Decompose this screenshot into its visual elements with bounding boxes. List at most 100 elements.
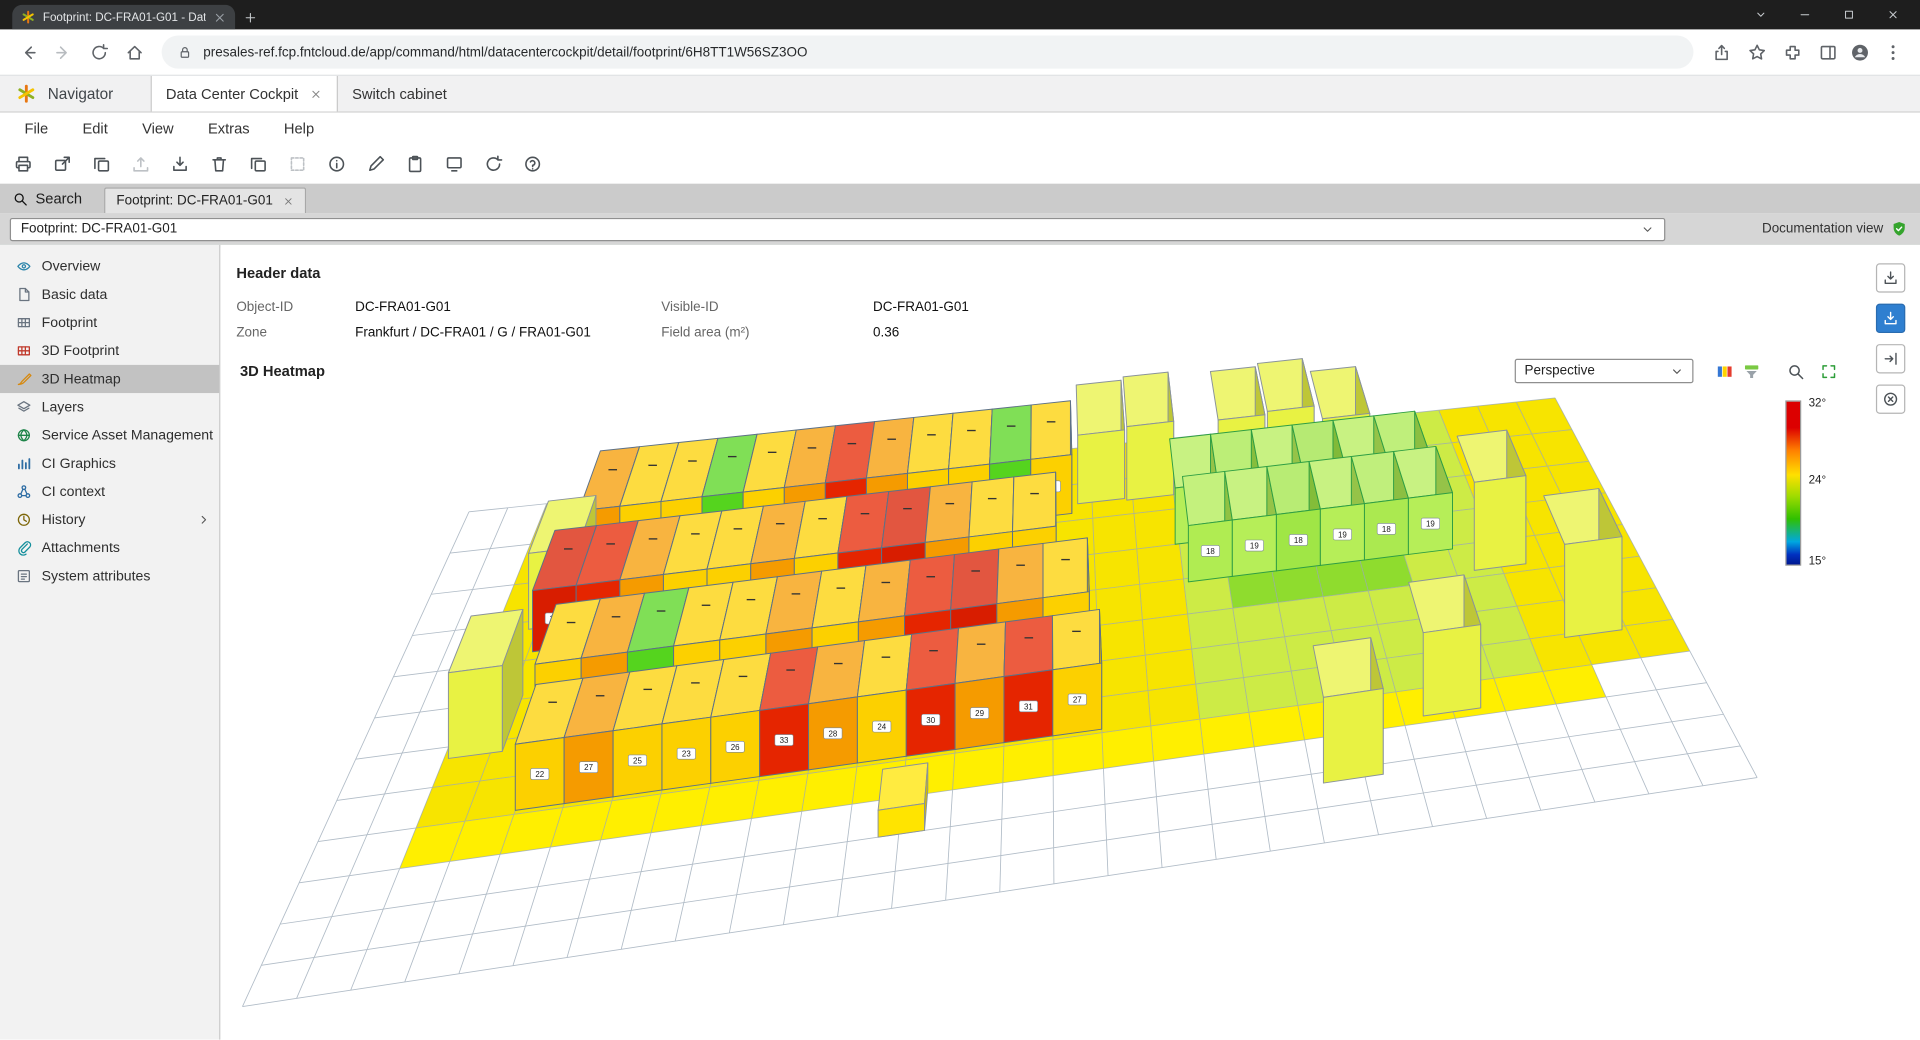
grid-icon	[16, 315, 32, 331]
export-image-button[interactable]	[1876, 263, 1905, 292]
browser-tab-bar: Footprint: DC-FRA01-G01 - Data	[0, 0, 1920, 29]
tab-title: Footprint: DC-FRA01-G01 - Data	[43, 10, 206, 23]
svg-text:26: 26	[731, 743, 740, 752]
address-bar[interactable]: presales-ref.fcp.fntcloud.de/app/command…	[162, 36, 1694, 69]
svg-text:27: 27	[1073, 695, 1082, 704]
lock-icon	[178, 45, 193, 60]
legend-max: 32°	[1809, 397, 1827, 410]
print-button[interactable]	[5, 147, 41, 180]
help-button[interactable]	[514, 147, 550, 180]
object-select[interactable]: Footprint: DC-FRA01-G01	[10, 217, 1666, 240]
layer-filter-button[interactable]	[1739, 359, 1763, 383]
sidebar-item-label: Service Asset Management	[42, 428, 213, 443]
zoom-button[interactable]	[1783, 359, 1807, 383]
menu-view[interactable]: View	[125, 113, 191, 144]
reload-button[interactable]	[82, 36, 115, 69]
app-brand-label: Navigator	[48, 85, 114, 102]
svg-text:18: 18	[1206, 547, 1215, 556]
window-close-button[interactable]	[1871, 0, 1915, 29]
color-scale-button[interactable]	[1712, 359, 1736, 383]
duplicate-button[interactable]	[240, 147, 276, 180]
footprint-tab[interactable]: Footprint: DC-FRA01-G01	[104, 187, 306, 213]
svg-text:18: 18	[1382, 525, 1391, 534]
back-button[interactable]	[11, 36, 44, 69]
tab-list-chevron-icon[interactable]	[1739, 0, 1783, 29]
object-info-button[interactable]	[318, 147, 354, 180]
sidebar-item-ci-context[interactable]: CI context	[0, 478, 219, 506]
import-button	[122, 147, 158, 180]
close-view-button[interactable]	[1876, 384, 1905, 413]
svg-text:28: 28	[828, 729, 837, 738]
sidebar-item-overview[interactable]: Overview	[0, 252, 219, 280]
chevron-down-icon	[1641, 222, 1654, 235]
app-tab-close-icon[interactable]	[309, 88, 321, 100]
heatmap-scene[interactable]: 2627242125293128272622251918191819183133…	[233, 312, 1874, 1028]
object-selector-row: Footprint: DC-FRA01-G01 Documentation vi…	[0, 213, 1920, 245]
trash-icon	[209, 154, 229, 174]
forward-button[interactable]	[47, 36, 80, 69]
search-label: Search	[36, 190, 83, 207]
copy-icon	[91, 154, 111, 174]
footprint-tab-close-icon[interactable]	[283, 195, 294, 206]
window-maximize-button[interactable]	[1827, 0, 1871, 29]
sidebar-item-label: Attachments	[42, 541, 120, 556]
refresh-button[interactable]	[475, 147, 511, 180]
sidebar-item-label: 3D Footprint	[42, 343, 119, 358]
menu-help[interactable]: Help	[267, 113, 332, 144]
open-external-button[interactable]	[44, 147, 80, 180]
svg-text:27: 27	[584, 763, 593, 772]
svg-text:31: 31	[1024, 702, 1033, 711]
menu-file[interactable]: File	[7, 113, 65, 144]
sidebar-item-3d-footprint[interactable]: 3D Footprint	[0, 337, 219, 365]
fit-view-button[interactable]	[1816, 359, 1840, 383]
app-tab-data-center-cockpit[interactable]: Data Center Cockpit	[150, 76, 337, 112]
bookmark-button[interactable]	[1740, 36, 1773, 69]
sidebar-item-attachments[interactable]: Attachments	[0, 534, 219, 562]
delete-button[interactable]	[201, 147, 237, 180]
browser-tab[interactable]: Footprint: DC-FRA01-G01 - Data	[12, 5, 235, 29]
globe-icon	[16, 427, 32, 443]
save-image-button[interactable]	[1876, 304, 1905, 333]
search-button[interactable]: Search	[0, 184, 94, 213]
legend-mid: 24°	[1809, 474, 1827, 487]
export-download-button[interactable]	[162, 147, 198, 180]
search-icon	[12, 190, 28, 206]
clipboard-button[interactable]	[397, 147, 433, 180]
extensions-button[interactable]	[1776, 36, 1809, 69]
sidebar-item-ci-graphics[interactable]: CI Graphics	[0, 449, 219, 477]
view-mode-select[interactable]: Perspective	[1515, 359, 1694, 383]
menu-edit[interactable]: Edit	[65, 113, 125, 144]
tab-close-icon[interactable]	[213, 10, 226, 23]
documentation-view[interactable]: Documentation view	[1762, 220, 1908, 237]
browser-menu-button[interactable]	[1876, 36, 1909, 69]
search-tab-row: Search Footprint: DC-FRA01-G01	[0, 184, 1920, 213]
edit-button[interactable]	[358, 147, 394, 180]
sidebar: Overview Basic data Footprint 3D Footprint 3…	[0, 245, 220, 1040]
app-tab-switch-cabinet[interactable]: Switch cabinet	[337, 76, 461, 112]
sidebar-item-label: 3D Heatmap	[42, 372, 121, 387]
help-icon	[522, 154, 542, 174]
sidebar-item-3d-heatmap[interactable]: 3D Heatmap	[0, 365, 219, 393]
home-button[interactable]	[118, 36, 151, 69]
collapse-panel-button[interactable]	[1876, 344, 1905, 373]
sidebar-item-service-asset-management[interactable]: Service Asset Management	[0, 421, 219, 449]
sidebar-item-layers[interactable]: Layers	[0, 393, 219, 421]
share-button[interactable]	[1704, 36, 1737, 69]
sidebar-item-basic-data[interactable]: Basic data	[0, 280, 219, 308]
upload-icon	[130, 154, 150, 174]
sidebar-item-footprint[interactable]: Footprint	[0, 309, 219, 337]
sidebar-item-history[interactable]: History	[0, 506, 219, 534]
sidebar-item-label: CI Graphics	[42, 456, 116, 471]
presentation-button[interactable]	[436, 147, 472, 180]
profile-avatar[interactable]	[1847, 39, 1874, 66]
menu-extras[interactable]: Extras	[191, 113, 267, 144]
chevron-right-icon	[197, 513, 210, 526]
side-panel-button[interactable]	[1811, 36, 1844, 69]
window-minimize-button[interactable]	[1783, 0, 1827, 29]
heatmap-side-toolbar	[1876, 263, 1905, 414]
new-tab-button[interactable]	[235, 5, 264, 29]
sidebar-item-system-attributes[interactable]: System attributes	[0, 562, 219, 590]
copy-button[interactable]	[83, 147, 119, 180]
sidebar-item-label: CI context	[42, 484, 105, 499]
sidebar-item-label: Basic data	[42, 287, 108, 302]
